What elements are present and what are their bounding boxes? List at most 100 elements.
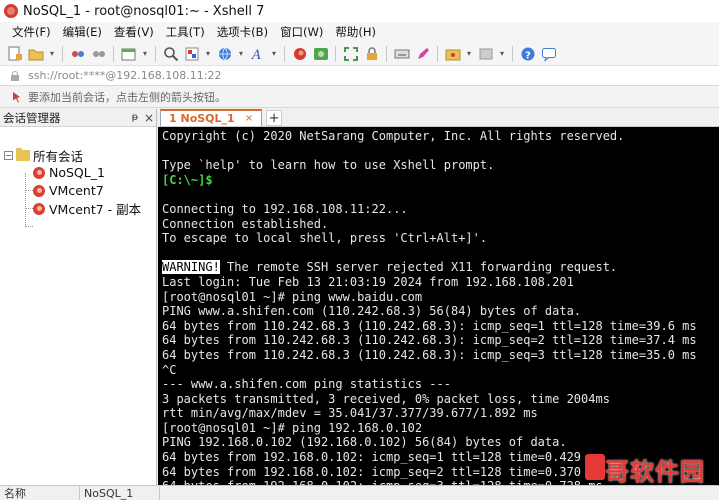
xshell-icon[interactable]: [291, 45, 308, 62]
warning-label: WARNING!: [162, 260, 220, 275]
toolbar-separator: [155, 45, 156, 62]
session-icon: [33, 202, 45, 215]
terminal-line-text: [root@nosql01 ~]# ping 192.168.0.102: [162, 420, 423, 435]
disconnect-icon[interactable]: [69, 45, 86, 62]
svg-text:?: ?: [525, 50, 531, 61]
font-icon[interactable]: A: [249, 45, 266, 62]
terminal-line: [C:\~]$: [162, 173, 719, 188]
terminal-line: Connecting to 192.168.108.11:22...: [162, 202, 719, 217]
compose-dropdown-icon[interactable]: ▾: [498, 49, 506, 58]
tree-root-label: 所有会话: [33, 149, 84, 164]
font-dropdown-icon[interactable]: ▾: [270, 49, 278, 58]
session-icon: [33, 184, 45, 197]
color-dropdown-icon[interactable]: ▾: [204, 49, 212, 58]
menu-tab[interactable]: 选项卡(B): [211, 24, 274, 40]
tab-nosql-1[interactable]: 1 NoSQL_1 ×: [160, 109, 263, 126]
lock-icon[interactable]: [363, 45, 380, 62]
window-title: NoSQL_1 - root@nosql01:~ - Xshell 7: [23, 3, 265, 19]
terminal-line-text: To escape to local shell, press 'Ctrl+Al…: [162, 231, 488, 246]
toolbar-separator: [386, 45, 387, 62]
new-tab-dropdown-icon[interactable]: ▾: [141, 49, 149, 58]
tree-item-session[interactable]: NoSQL_1: [33, 164, 105, 181]
toolbar-separator: [113, 45, 114, 62]
tab-close-icon[interactable]: ×: [245, 113, 253, 124]
hint-text: 要添加当前会话，点击左侧的箭头按钮。: [28, 90, 226, 104]
tree-item-session[interactable]: VMcent7: [33, 182, 104, 199]
terminal-line: 64 bytes from 192.168.0.102: icmp_seq=1 …: [162, 450, 719, 465]
fullscreen-icon[interactable]: [342, 45, 359, 62]
terminal-line-text: rtt min/avg/max/mdev = 35.041/37.377/39.…: [162, 406, 538, 421]
terminal-line: [root@nosql01 ~]# ping 192.168.0.102: [162, 421, 719, 436]
terminal-line-text: ^C: [162, 362, 177, 377]
terminal-line: 64 bytes from 110.242.68.3 (110.242.68.3…: [162, 333, 719, 348]
terminal-line: [root@nosql01 ~]# ping www.baidu.com: [162, 290, 719, 305]
pin-icon[interactable]: ᵽ: [128, 112, 142, 123]
tree-root-all-sessions[interactable]: − 所有会话: [4, 147, 83, 164]
script-dropdown-icon[interactable]: ▾: [465, 49, 473, 58]
menu-edit[interactable]: 编辑(E): [57, 24, 108, 40]
session-manager-panel: 会话管理器 ᵽ × − 所有会话 NoSQL_1 VMcent7 VMcent7…: [0, 109, 157, 485]
new-session-icon[interactable]: [6, 45, 23, 62]
session-tree: − 所有会话 NoSQL_1 VMcent7 VMcent7 - 副本: [0, 127, 156, 227]
session-manager-title: 会话管理器: [3, 110, 61, 125]
highlight-icon[interactable]: [414, 45, 431, 62]
terminal-line-text: 64 bytes from 110.242.68.3 (110.242.68.3…: [162, 318, 697, 333]
terminal-line-text: 64 bytes from 110.242.68.3 (110.242.68.3…: [162, 347, 697, 362]
tree-connector: [25, 173, 26, 225]
globe-dropdown-icon[interactable]: ▾: [237, 49, 245, 58]
toolbar-separator: [284, 45, 285, 62]
new-tab-icon[interactable]: [120, 45, 137, 62]
close-panel-icon[interactable]: ×: [142, 111, 156, 125]
xshell-app-icon: [4, 4, 18, 18]
reconnect-icon[interactable]: [90, 45, 107, 62]
menu-file[interactable]: 文件(F): [6, 24, 57, 40]
keyboard-icon[interactable]: [393, 45, 410, 62]
terminal-line: 64 bytes from 192.168.0.102: icmp_seq=2 …: [162, 465, 719, 480]
terminal-line-text: [C:\~]$: [162, 172, 213, 187]
terminal-line-text: 64 bytes from 110.242.68.3 (110.242.68.3…: [162, 333, 697, 348]
add-tab-button[interactable]: +: [266, 110, 283, 126]
terminal-line: 64 bytes from 110.242.68.3 (110.242.68.3…: [162, 319, 719, 334]
menu-help[interactable]: 帮助(H): [329, 24, 382, 40]
address-bar[interactable]: ssh://root:****@192.168.108.11:22: [0, 66, 719, 86]
terminal-line: Last login: Tue Feb 13 21:03:19 2024 fro…: [162, 275, 719, 290]
tree-item-session[interactable]: VMcent7 - 副本: [33, 200, 141, 217]
help-icon[interactable]: ?: [519, 45, 536, 62]
title-bar: NoSQL_1 - root@nosql01:~ - Xshell 7: [0, 0, 719, 22]
terminal-line-text: Connection established.: [162, 216, 329, 231]
toolbar-separator: [62, 45, 63, 62]
collapse-icon[interactable]: −: [4, 151, 13, 160]
terminal-line-text: The remote SSH server rejected X11 forwa…: [219, 260, 618, 275]
session-label: NoSQL_1: [49, 165, 105, 180]
address-value[interactable]: ssh://root:****@192.168.108.11:22: [28, 69, 222, 82]
chat-icon[interactable]: [540, 45, 557, 62]
terminal-line: Copyright (c) 2020 NetSarang Computer, I…: [162, 129, 719, 144]
xftp-icon[interactable]: [312, 45, 329, 62]
pin-arrow-icon[interactable]: [10, 91, 22, 103]
terminal-line: Type `help' to learn how to use Xshell p…: [162, 158, 719, 173]
terminal-line: WARNING! The remote SSH server rejected …: [162, 260, 719, 275]
script-icon[interactable]: [444, 45, 461, 62]
globe-icon[interactable]: [216, 45, 233, 62]
tree-connector: [25, 226, 33, 227]
folder-icon: [16, 148, 30, 161]
status-session: NoSQL_1: [80, 486, 160, 500]
search-icon[interactable]: [162, 45, 179, 62]
menu-tools[interactable]: 工具(T): [160, 24, 211, 40]
menu-window[interactable]: 窗口(W): [274, 24, 329, 40]
menu-view[interactable]: 查看(V): [108, 24, 160, 40]
compose-icon[interactable]: [477, 45, 494, 62]
open-dropdown-icon[interactable]: ▾: [48, 49, 56, 58]
terminal-line-text: 3 packets transmitted, 3 received, 0% pa…: [162, 391, 610, 406]
terminal-line-text: [root@nosql01 ~]# ping www.baidu.com: [162, 289, 423, 304]
open-folder-icon[interactable]: [27, 45, 44, 62]
session-label: VMcent7: [49, 183, 104, 198]
terminal-line: --- www.a.shifen.com ping statistics ---: [162, 377, 719, 392]
color-scheme-icon[interactable]: [183, 45, 200, 62]
terminal-output[interactable]: Copyright (c) 2020 NetSarang Computer, I…: [158, 127, 719, 485]
toolbar-separator: [437, 45, 438, 62]
terminal-line: Connection established.: [162, 217, 719, 232]
session-icon: [33, 166, 45, 179]
